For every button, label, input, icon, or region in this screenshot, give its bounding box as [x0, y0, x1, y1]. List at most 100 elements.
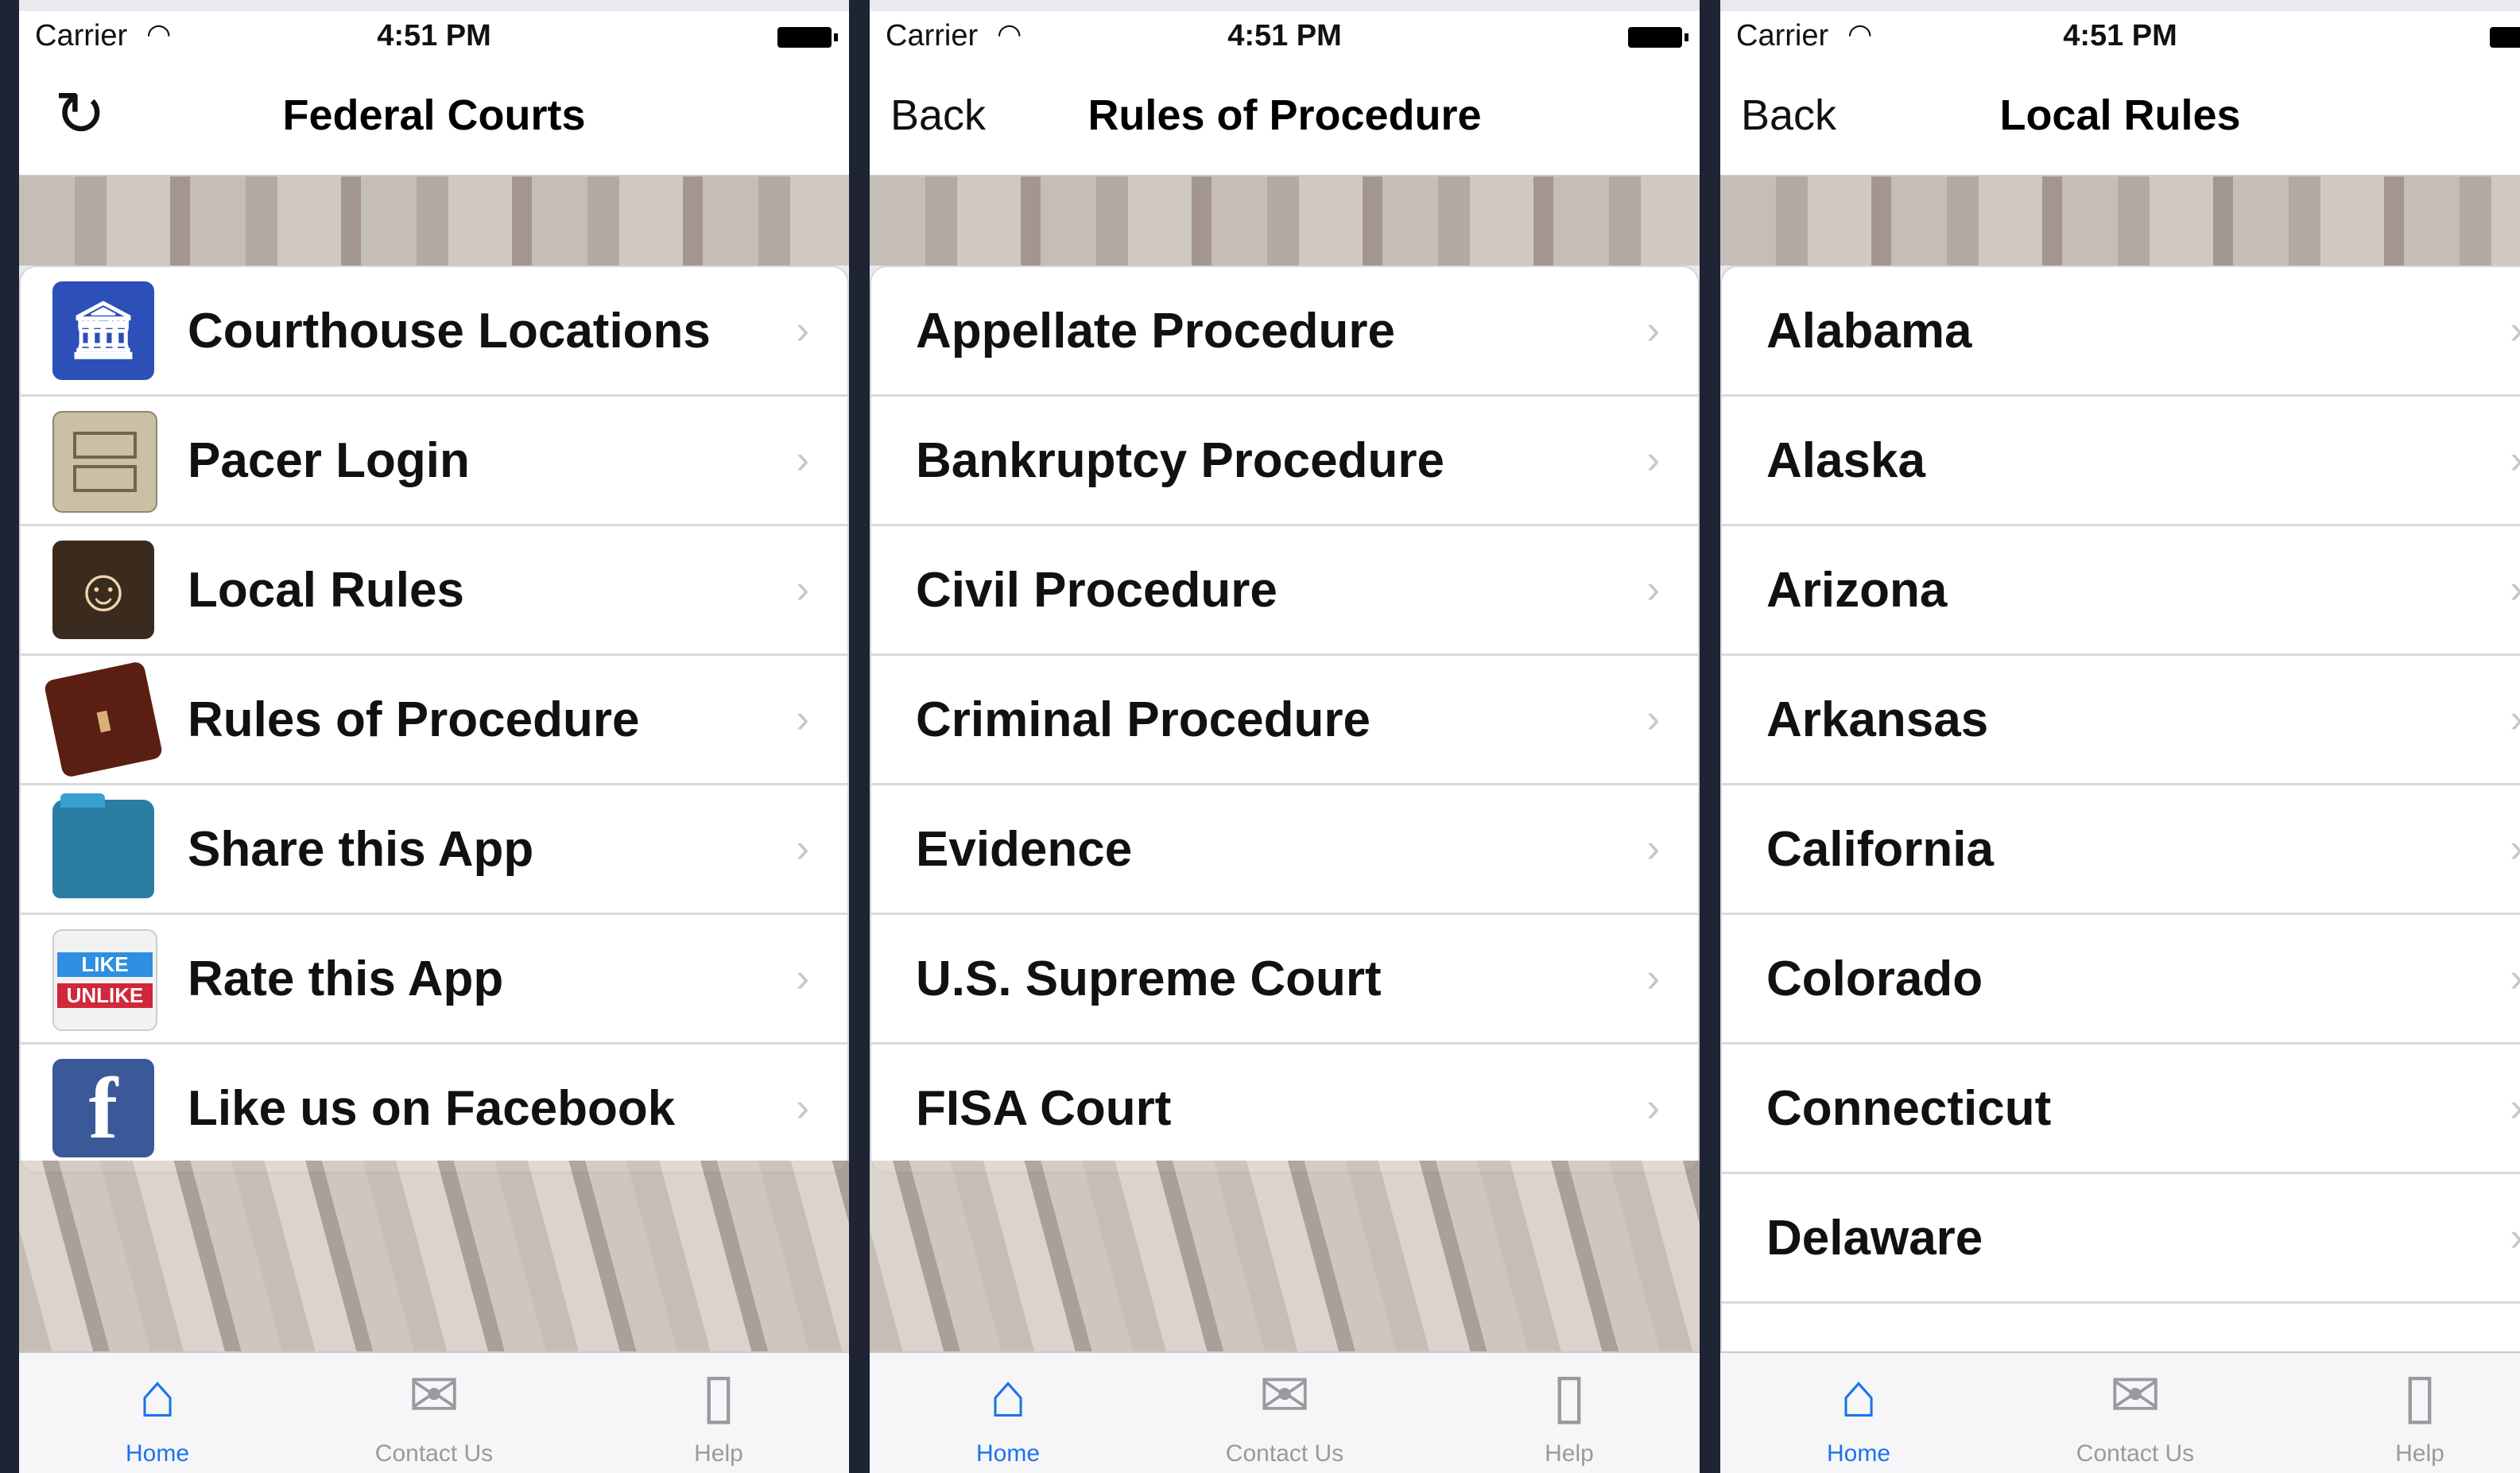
tab-label: Help	[694, 1440, 743, 1467]
chevron-right-icon: ›	[1646, 956, 1660, 1000]
home-icon: ⌂	[989, 1360, 1027, 1430]
law-book-icon: ▮	[43, 661, 164, 778]
file-cabinet-icon	[52, 411, 157, 513]
list-item[interactable]: Connecticut ›	[1722, 1045, 2520, 1174]
like-unlike-icon: LIKE UNLIKE	[52, 929, 157, 1031]
list-item-label: Evidence	[916, 821, 1133, 877]
list-item[interactable]: Civil Procedure ›	[871, 526, 1698, 656]
chevron-right-icon: ›	[1646, 696, 1660, 741]
tab-contact-us[interactable]: ✉ Contact Us	[362, 1364, 506, 1467]
chevron-right-icon: ›	[2510, 825, 2520, 871]
menu-item-share-app[interactable]: Share this App ›	[21, 785, 847, 915]
chevron-right-icon: ›	[796, 956, 809, 1000]
menu-item-pacer-login[interactable]: Pacer Login ›	[21, 397, 847, 526]
list-item[interactable]: Bankruptcy Procedure ›	[871, 397, 1698, 526]
chevron-right-icon: ›	[796, 826, 809, 870]
menu-item-label: Courthouse Locations	[188, 303, 711, 359]
menu-item-label: Like us on Facebook	[188, 1080, 676, 1136]
list-item-label: Alaska	[1766, 432, 1925, 488]
tab-home[interactable]: ⌂ Home	[936, 1364, 1080, 1467]
unlike-badge: UNLIKE	[57, 983, 153, 1008]
menu-item-rate-app[interactable]: LIKE UNLIKE Rate this App ›	[21, 915, 847, 1045]
list-item[interactable]: Evidence ›	[871, 785, 1698, 915]
tab-home[interactable]: ⌂ Home	[86, 1364, 229, 1467]
background-image	[19, 1161, 849, 1351]
status-bar: Carrier ◠ 4:51 PM	[870, 11, 1700, 59]
menu-item-label: Local Rules	[188, 562, 464, 618]
navigation-bar: ↻ Federal Courts	[19, 59, 849, 176]
list-item[interactable]: California ›	[1722, 785, 2520, 915]
tab-label: Contact Us	[1225, 1440, 1344, 1467]
tab-bar: ⌂ Home ✉ Contact Us ▯ Help	[19, 1351, 849, 1473]
list-item[interactable]: U.S. Supreme Court ›	[871, 915, 1698, 1045]
battery-icon	[2490, 27, 2520, 48]
list-item-label: California	[1766, 821, 1994, 877]
tab-label: Home	[975, 1440, 1041, 1467]
list-item[interactable]: Colorado ›	[1722, 915, 2520, 1045]
home-icon: ⌂	[1840, 1360, 1878, 1430]
chevron-right-icon: ›	[1646, 826, 1660, 870]
tab-contact-us[interactable]: ✉ Contact Us	[2064, 1364, 2207, 1467]
menu-item-label: Rules of Procedure	[188, 692, 640, 747]
menu-item-facebook[interactable]: f Like us on Facebook ›	[21, 1045, 847, 1172]
header-banner-image	[1720, 176, 2520, 266]
procedure-list: Appellate Procedure › Bankruptcy Procedu…	[870, 266, 1700, 1173]
list-item[interactable]: Criminal Procedure ›	[871, 656, 1698, 785]
tab-bar: ⌂ Home ✉ Contact Us ▯ Help	[1720, 1351, 2520, 1473]
tab-label: Home	[1826, 1440, 1891, 1467]
list-item-label: Arizona	[1766, 562, 1948, 618]
list-item-label: Appellate Procedure	[916, 303, 1395, 359]
header-banner-image	[870, 176, 1700, 266]
folder-icon	[52, 793, 154, 898]
chevron-right-icon: ›	[796, 437, 809, 482]
envelope-icon: ✉	[1258, 1360, 1311, 1430]
list-item-label: Civil Procedure	[916, 562, 1277, 618]
menu-item-courthouse-locations[interactable]: 🏛 Courthouse Locations ›	[21, 267, 847, 397]
list-item[interactable]: Alaska ›	[1722, 397, 2520, 526]
header-banner-image	[19, 176, 849, 266]
list-item-label: Colorado	[1766, 951, 1983, 1006]
navigation-bar: Back Rules of Procedure	[870, 59, 1700, 176]
chevron-right-icon: ›	[2510, 307, 2520, 353]
chevron-right-icon: ›	[2510, 696, 2520, 742]
list-item[interactable]: Arizona ›	[1722, 526, 2520, 656]
list-item[interactable]: Delaware ›	[1722, 1174, 2520, 1304]
chevron-right-icon: ›	[1646, 437, 1660, 482]
chevron-right-icon: ›	[1646, 308, 1660, 352]
battery-icon	[1628, 27, 1688, 48]
federal-courts-screen: Carrier ◠ 4:51 PM ↻ Federal Courts 🏛 Cou…	[19, 0, 849, 1473]
status-time: 4:51 PM	[377, 19, 491, 52]
page-title: Federal Courts	[282, 91, 586, 139]
rules-of-procedure-screen: Carrier ◠ 4:51 PM Back Rules of Procedur…	[870, 0, 1700, 1473]
status-time: 4:51 PM	[2063, 19, 2177, 52]
list-item-label: Bankruptcy Procedure	[916, 432, 1444, 488]
chevron-right-icon: ›	[796, 308, 809, 352]
envelope-icon: ✉	[2109, 1360, 2161, 1430]
list-item-label: U.S. Supreme Court	[916, 951, 1382, 1006]
list-item[interactable]: Appellate Procedure ›	[871, 267, 1698, 397]
tab-label: Help	[1545, 1440, 1594, 1467]
tab-help[interactable]: ▯ Help	[1498, 1364, 1641, 1467]
tab-label: Help	[2395, 1440, 2444, 1467]
states-list: Alabama › Alaska › Arizona › Arkansas › …	[1720, 266, 2520, 1432]
tab-home[interactable]: ⌂ Home	[1787, 1364, 1930, 1467]
tab-contact-us[interactable]: ✉ Contact Us	[1213, 1364, 1356, 1467]
status-bar: Carrier ◠ 4:51 PM	[1720, 11, 2520, 59]
menu-item-label: Pacer Login	[188, 432, 470, 488]
list-item[interactable]: Arkansas ›	[1722, 656, 2520, 785]
status-time: 4:51 PM	[1227, 19, 1342, 52]
status-bar: Carrier ◠ 4:51 PM	[19, 11, 849, 59]
chevron-right-icon: ›	[2510, 955, 2520, 1001]
page-title: Local Rules	[1999, 91, 2241, 139]
background-image	[870, 1161, 1700, 1351]
tab-help[interactable]: ▯ Help	[2348, 1364, 2491, 1467]
menu-item-rules-of-procedure[interactable]: ▮ Rules of Procedure ›	[21, 656, 847, 785]
tab-help[interactable]: ▯ Help	[647, 1364, 790, 1467]
phone-icon: ▯	[1552, 1360, 1587, 1430]
menu-item-local-rules[interactable]: ☺ Local Rules ›	[21, 526, 847, 656]
list-item[interactable]: Alabama ›	[1722, 267, 2520, 397]
home-icon: ⌂	[138, 1360, 176, 1430]
list-item-label: Delaware	[1766, 1210, 1983, 1266]
list-item[interactable]: FISA Court ›	[871, 1045, 1698, 1172]
page-title: Rules of Procedure	[1087, 91, 1482, 139]
